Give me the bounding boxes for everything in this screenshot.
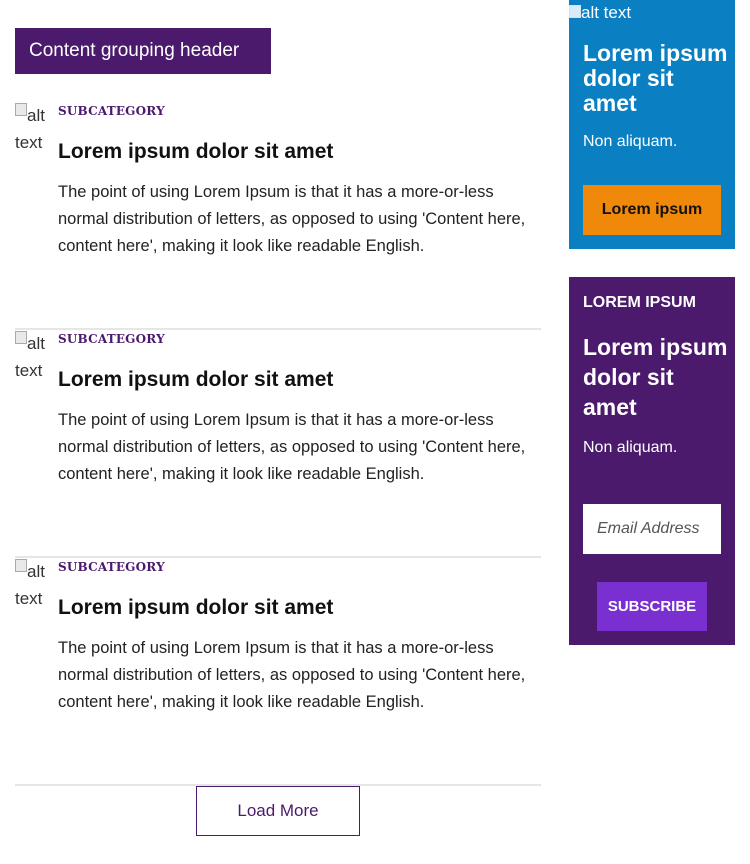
article-description: The point of using Lorem Ipsum is that i… [58,639,526,711]
article-body: SUBCATEGORY Lorem ipsum dolor sit amet T… [58,330,528,488]
article-subcategory[interactable]: SUBCATEGORY [58,331,528,347]
article-title[interactable]: Lorem ipsum dolor sit amet [58,139,528,165]
article-image[interactable]: alt text [15,558,47,612]
article-image[interactable]: alt text [15,330,47,384]
subscribe-button[interactable]: SUBSCRIBE [597,582,707,631]
promo-card: alt text Lorem ipsum dolor sit amet Non … [569,0,735,249]
article-subcategory[interactable]: SUBCATEGORY [58,103,528,119]
broken-image-icon [15,559,27,572]
header-spacer [15,74,541,102]
newsletter-title: Lorem ipsum dolor sit amet [583,334,728,420]
article-body: SUBCATEGORY Lorem ipsum dolor sit amet T… [58,102,528,260]
newsletter-text: Non aliquam. [583,439,678,456]
promo-title: Lorem ipsum dolor sit amet [583,40,728,116]
email-field[interactable] [583,504,721,554]
article-image[interactable]: alt text [15,102,47,156]
article-description: The point of using Lorem Ipsum is that i… [58,183,526,255]
article-card: alt text SUBCATEGORY Lorem ipsum dolor s… [15,330,541,558]
broken-image-icon [15,331,27,344]
article-description: The point of using Lorem Ipsum is that i… [58,411,526,483]
article-subcategory[interactable]: SUBCATEGORY [58,559,528,575]
content-grouping-header: Content grouping header [15,28,271,74]
article-title[interactable]: Lorem ipsum dolor sit amet [58,367,528,393]
load-more-wrapper: Load More [196,786,360,836]
promo-button[interactable]: Lorem ipsum [583,185,721,235]
broken-image-icon [15,103,27,116]
article-card: alt text SUBCATEGORY Lorem ipsum dolor s… [15,102,541,330]
content-column: Content grouping header alt text SUBCATE… [15,28,541,786]
load-more-button[interactable]: Load More [196,786,360,836]
newsletter-eyebrow: LOREM IPSUM [583,294,696,311]
promo-text: Non aliquam. [583,133,678,150]
article-body: SUBCATEGORY Lorem ipsum dolor sit amet T… [58,558,528,716]
promo-image-alt: alt text [581,3,632,22]
article-card: alt text SUBCATEGORY Lorem ipsum dolor s… [15,558,541,786]
newsletter-signup: LOREM IPSUM Lorem ipsum dolor sit amet N… [569,277,735,645]
promo-image[interactable]: alt text [569,2,631,24]
article-title[interactable]: Lorem ipsum dolor sit amet [58,595,528,621]
broken-image-icon [569,5,581,18]
